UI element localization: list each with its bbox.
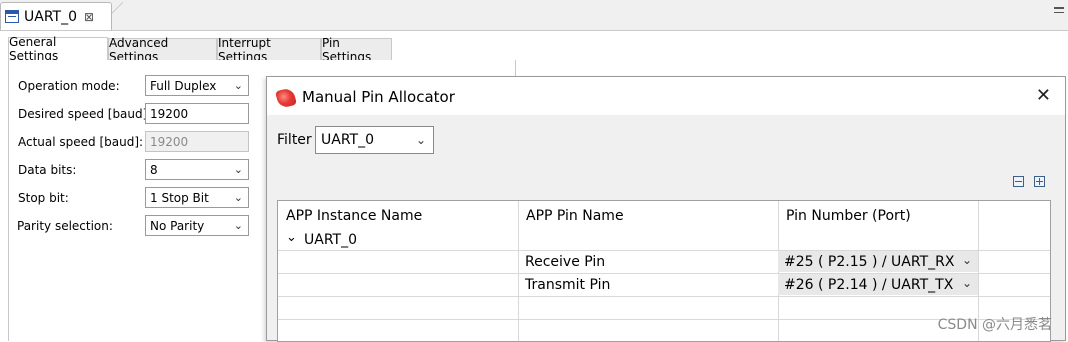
pin-number-value: #26 ( P2.14 ) / UART_TX	[784, 276, 954, 293]
filter-value: UART_0	[321, 132, 374, 148]
row-divider	[278, 319, 1050, 320]
operation-mode-select[interactable]: Full Duplex ⌄	[145, 75, 249, 96]
chevron-down-icon: ⌄	[415, 133, 426, 147]
parity-label: Parity selection:	[17, 219, 113, 233]
header-app-instance-name[interactable]: APP Instance Name	[286, 208, 422, 224]
pin-number-select-transmit[interactable]: #26 ( P2.14 ) / UART_TX ⌄	[778, 274, 978, 295]
data-bits-select[interactable]: 8 ⌄	[145, 159, 249, 180]
editor-tab-bar: UART_0 ⊠	[0, 0, 1068, 31]
dialog-titlebar[interactable]: Manual Pin Allocator ✕	[267, 77, 1065, 115]
chevron-down-icon: ⌄	[961, 276, 972, 290]
editor-tab-title: UART_0	[24, 8, 77, 25]
row-divider	[278, 296, 1050, 297]
expand-all-icon[interactable]	[1034, 176, 1045, 187]
operation-mode-label: Operation mode:	[18, 79, 120, 93]
pin-number-value: #25 ( P2.15 ) / UART_RX	[784, 253, 955, 270]
tab-interrupt-settings[interactable]: Interrupt Settings	[217, 36, 321, 64]
tab-pin-settings[interactable]: Pin Settings	[321, 36, 392, 64]
header-pin-number[interactable]: Pin Number (Port)	[786, 208, 911, 224]
parity-select[interactable]: No Parity ⌄	[145, 215, 249, 236]
stop-bit-label: Stop bit:	[18, 191, 69, 205]
header-app-pin-name[interactable]: APP Pin Name	[526, 208, 624, 224]
operation-mode-value: Full Duplex	[150, 78, 217, 93]
chevron-down-icon: ⌄	[961, 253, 972, 267]
pin-name-transmit: Transmit Pin	[525, 277, 611, 293]
data-bits-value: 8	[150, 162, 158, 177]
actual-speed-field: 19200	[145, 131, 249, 152]
desired-speed-label: Desired speed [baud]:	[18, 107, 152, 121]
pin-number-select-receive[interactable]: #25 ( P2.15 ) / UART_RX ⌄	[778, 251, 978, 272]
instance-name-uart0[interactable]: UART_0	[304, 232, 357, 248]
stop-bit-select[interactable]: 1 Stop Bit ⌄	[145, 187, 249, 208]
column-divider	[518, 201, 519, 341]
close-tab-icon[interactable]: ⊠	[84, 10, 94, 24]
editor-tab-uart0[interactable]: UART_0 ⊠	[0, 2, 112, 30]
dialog-title: Manual Pin Allocator	[302, 88, 455, 106]
settings-tab-strip: General Settings Advanced Settings Inter…	[8, 35, 514, 64]
watermark: CSDN @六月悉茗	[937, 317, 1052, 333]
actual-speed-label: Actual speed [baud]:	[18, 135, 144, 149]
parity-value: No Parity	[150, 218, 205, 233]
chevron-down-icon: ⌄	[233, 79, 243, 92]
app-document-icon	[5, 10, 19, 23]
desired-speed-input[interactable]: 19200	[145, 103, 249, 124]
collapse-all-icon[interactable]	[1013, 176, 1024, 187]
chevron-down-icon: ⌄	[233, 163, 243, 176]
pin-name-receive: Receive Pin	[525, 254, 606, 270]
pin-table: APP Instance Name APP Pin Name Pin Numbe…	[277, 200, 1051, 342]
tab-general-settings[interactable]: General Settings	[8, 35, 108, 63]
chevron-down-icon: ⌄	[233, 191, 243, 204]
manual-pin-allocator-dialog: Manual Pin Allocator ✕ Filter UART_0 ⌄ A…	[266, 76, 1066, 342]
chevron-down-icon[interactable]: ⌄	[286, 230, 297, 245]
pin-allocator-app-icon	[274, 86, 298, 110]
stop-bit-value: 1 Stop Bit	[150, 190, 209, 205]
data-bits-label: Data bits:	[18, 163, 77, 177]
filter-label: Filter	[277, 132, 312, 148]
chevron-down-icon: ⌄	[233, 219, 243, 232]
tab-advanced-settings[interactable]: Advanced Settings	[108, 36, 217, 64]
filter-select[interactable]: UART_0 ⌄	[315, 126, 434, 154]
close-icon[interactable]: ✕	[1036, 85, 1051, 106]
view-menu-icon[interactable]	[1054, 7, 1064, 13]
